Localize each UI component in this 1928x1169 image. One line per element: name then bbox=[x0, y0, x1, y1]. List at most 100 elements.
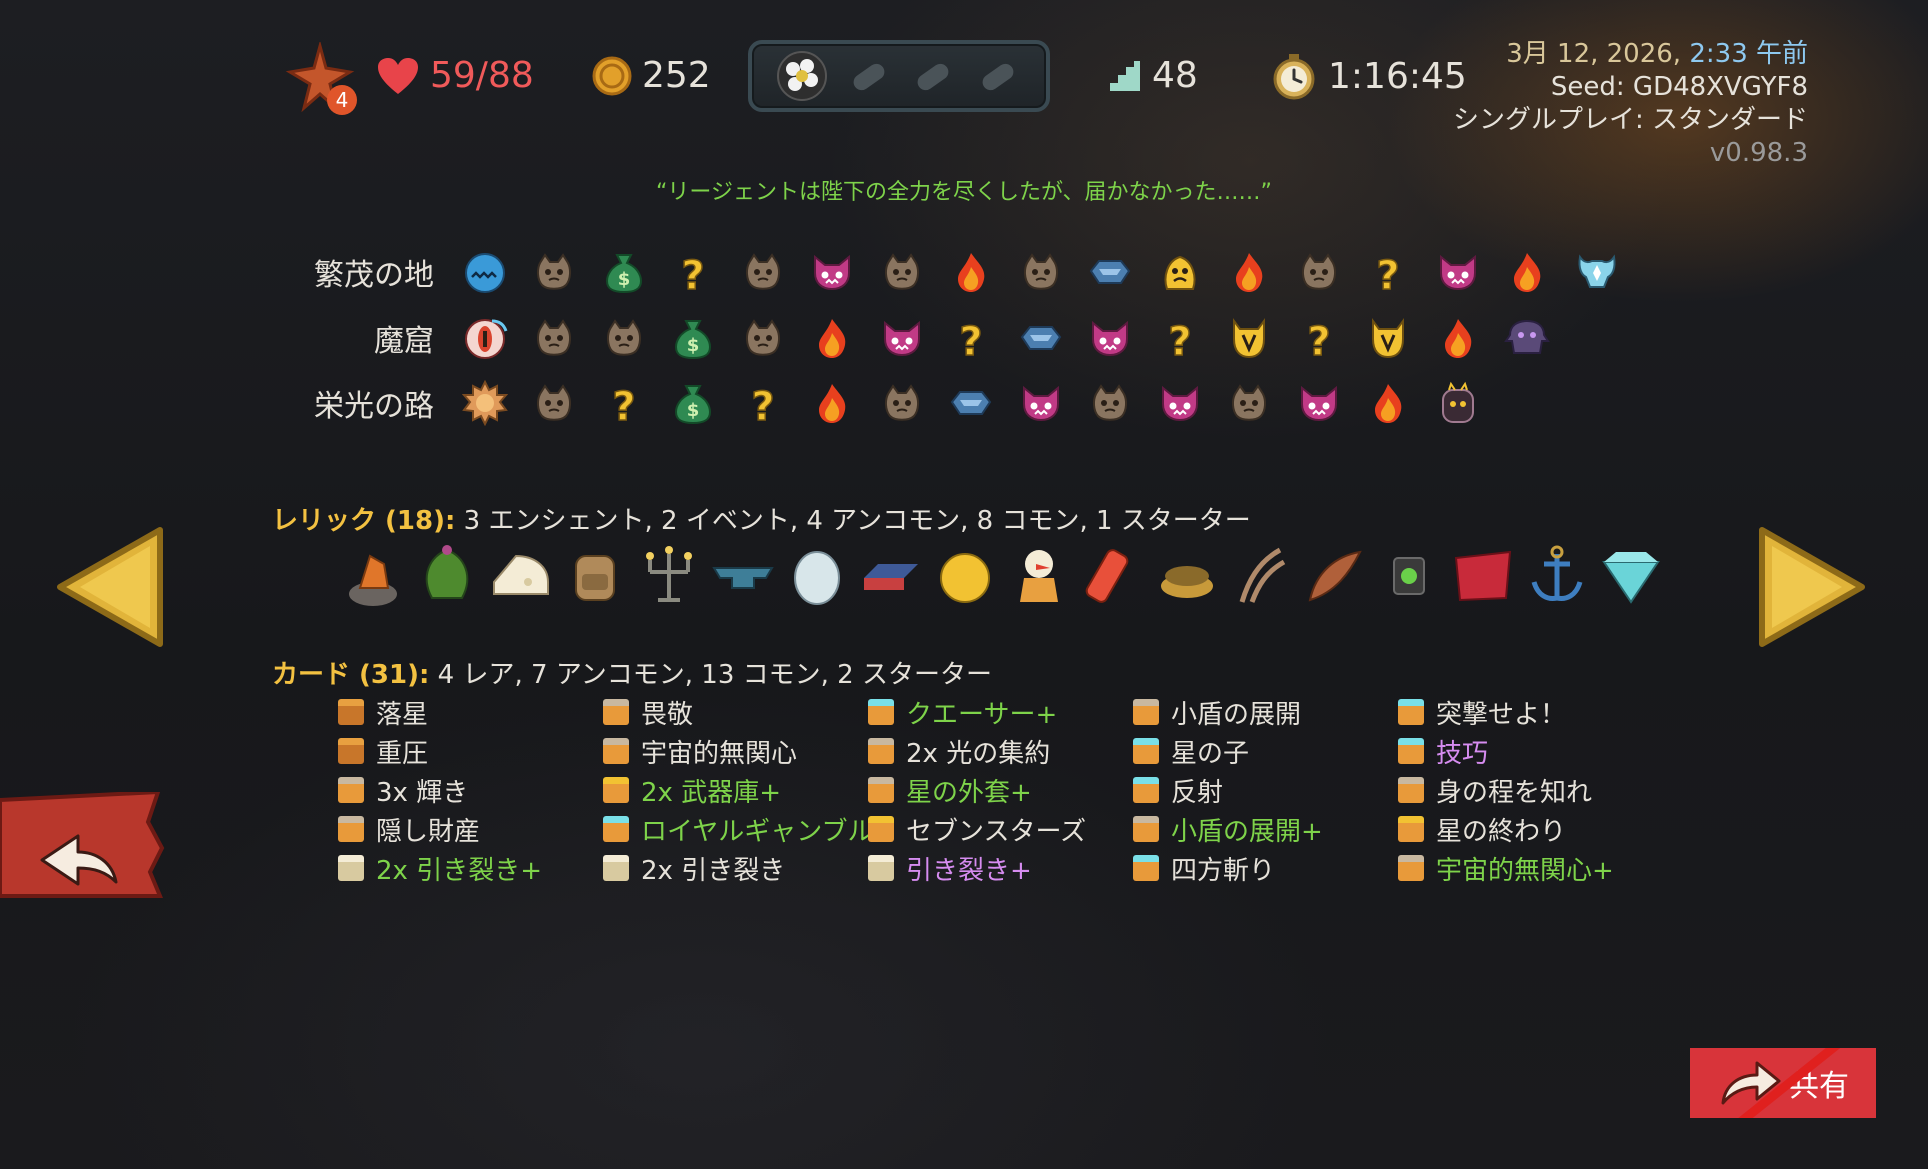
crystal-rock-icon[interactable] bbox=[340, 540, 406, 610]
card-entry[interactable]: 畏敬 bbox=[601, 694, 866, 730]
map-node-boss-blue-slime-icon[interactable] bbox=[450, 244, 520, 300]
card-entry[interactable]: 隠し財産 bbox=[336, 811, 601, 847]
map-node-monster-icon[interactable] bbox=[1076, 375, 1146, 431]
map-node-monster-icon[interactable] bbox=[520, 375, 590, 431]
card-entry[interactable]: 落星 bbox=[336, 694, 601, 730]
map-node-ancient-icon[interactable] bbox=[1145, 244, 1215, 300]
ascension-indicator[interactable]: 4 bbox=[280, 42, 360, 118]
map-node-monster-icon[interactable] bbox=[1215, 375, 1285, 431]
gem-icon[interactable] bbox=[1598, 540, 1664, 610]
map-node-monster-icon[interactable] bbox=[728, 244, 798, 300]
map-node-monster-icon[interactable] bbox=[520, 244, 590, 300]
card-entry[interactable]: 技巧 bbox=[1396, 733, 1661, 769]
map-node-monster-icon[interactable] bbox=[728, 310, 798, 366]
map-node-elite-icon[interactable] bbox=[1284, 375, 1354, 431]
map-node-rest-icon[interactable] bbox=[1215, 244, 1285, 300]
card-entry[interactable]: 突撃せよ！ bbox=[1396, 694, 1661, 730]
map-node-boss-sun-icon[interactable] bbox=[450, 375, 520, 431]
map-node-monster-icon[interactable] bbox=[867, 375, 937, 431]
card-entry[interactable]: 反射 bbox=[1131, 772, 1396, 808]
map-node-unknown-icon[interactable]: ? bbox=[937, 310, 1007, 366]
card-entry[interactable]: 2x 引き裂き+ bbox=[336, 850, 601, 886]
anvil-icon[interactable] bbox=[710, 540, 776, 610]
potion-slot-2[interactable] bbox=[839, 48, 895, 104]
candelabra-icon[interactable] bbox=[636, 540, 702, 610]
card-entry[interactable]: 引き裂き+ bbox=[866, 850, 1131, 886]
card-entry[interactable]: 3x 輝き bbox=[336, 772, 601, 808]
map-node-elite-icon[interactable] bbox=[798, 244, 868, 300]
map-node-rest-icon[interactable] bbox=[1354, 375, 1424, 431]
horn-icon[interactable] bbox=[1302, 540, 1368, 610]
map-node-unknown-icon[interactable]: ? bbox=[659, 244, 729, 300]
backpack-icon[interactable] bbox=[562, 540, 628, 610]
card-entry[interactable]: 星の終わり bbox=[1396, 811, 1661, 847]
card-entry[interactable]: 小盾の展開 bbox=[1131, 694, 1396, 730]
map-node-rest-icon[interactable] bbox=[1493, 244, 1563, 300]
card-entry[interactable]: 宇宙的無関心 bbox=[601, 733, 866, 769]
map-node-monster-icon[interactable] bbox=[589, 310, 659, 366]
map-node-unknown-icon[interactable]: ? bbox=[728, 375, 798, 431]
card-entry[interactable]: 2x 引き裂き bbox=[601, 850, 866, 886]
map-node-boss-dark-icon[interactable] bbox=[1423, 375, 1493, 431]
potion-slot-4[interactable] bbox=[968, 48, 1024, 104]
card-entry[interactable]: 小盾の展開+ bbox=[1131, 811, 1396, 847]
crown-icon[interactable] bbox=[1154, 540, 1220, 610]
map-node-chest-icon[interactable] bbox=[1076, 244, 1146, 300]
map-node-rest-icon[interactable] bbox=[937, 244, 1007, 300]
map-node-rest-icon[interactable] bbox=[1423, 310, 1493, 366]
card-entry[interactable]: クエーサー+ bbox=[866, 694, 1131, 730]
map-node-treasure-bag-icon[interactable]: $ bbox=[589, 244, 659, 300]
map-node-chest-icon[interactable] bbox=[937, 375, 1007, 431]
share-button[interactable]: 共有 bbox=[1690, 1048, 1876, 1118]
card-entry[interactable]: 身の程を知れ bbox=[1396, 772, 1661, 808]
potion-slot-3[interactable] bbox=[903, 48, 959, 104]
card-entry[interactable]: 2x 武器庫+ bbox=[601, 772, 866, 808]
map-node-elite-icon[interactable] bbox=[1145, 375, 1215, 431]
map-node-monster-icon[interactable] bbox=[867, 244, 937, 300]
card-entry[interactable]: 四方斬り bbox=[1131, 850, 1396, 886]
mascot-icon[interactable] bbox=[1006, 540, 1072, 610]
claw-icon[interactable] bbox=[1228, 540, 1294, 610]
mattress-icon[interactable] bbox=[858, 540, 924, 610]
map-node-rest-icon[interactable] bbox=[798, 375, 868, 431]
cheese-icon[interactable] bbox=[488, 540, 554, 610]
card-entry[interactable]: 重圧 bbox=[336, 733, 601, 769]
anchor-icon[interactable] bbox=[1524, 540, 1590, 610]
map-node-elite-icon[interactable] bbox=[867, 310, 937, 366]
map-node-elite-icon[interactable] bbox=[1006, 375, 1076, 431]
map-node-rest-icon[interactable] bbox=[798, 310, 868, 366]
map-node-elite-icon[interactable] bbox=[1076, 310, 1146, 366]
map-node-unknown-icon[interactable]: ? bbox=[1354, 244, 1424, 300]
map-node-monster-icon[interactable] bbox=[520, 310, 590, 366]
map-node-unknown-icon[interactable]: ? bbox=[589, 375, 659, 431]
card-entry[interactable]: 星の外套+ bbox=[866, 772, 1131, 808]
card-entry[interactable]: ロイヤルギャンブル+ bbox=[601, 811, 895, 847]
map-node-chest-icon[interactable] bbox=[1006, 310, 1076, 366]
lantern-icon[interactable] bbox=[1376, 540, 1442, 610]
map-node-boss-white-icon[interactable] bbox=[1562, 244, 1632, 300]
map-node-treasure-bag-icon[interactable]: $ bbox=[659, 375, 729, 431]
map-node-event-devil-icon[interactable] bbox=[1215, 310, 1285, 366]
back-button[interactable] bbox=[0, 792, 170, 902]
previous-run-arrow-icon[interactable] bbox=[52, 522, 172, 652]
card-entry[interactable]: 宇宙的無関心+ bbox=[1396, 850, 1661, 886]
next-run-arrow-icon[interactable] bbox=[1750, 522, 1870, 652]
card-entry[interactable]: 2x 光の集約 bbox=[866, 733, 1131, 769]
card-entry[interactable]: 星の子 bbox=[1131, 733, 1396, 769]
card-entry[interactable]: セブンスターズ bbox=[866, 811, 1131, 847]
egg-icon[interactable] bbox=[784, 540, 850, 610]
map-node-unknown-icon[interactable]: ? bbox=[1284, 310, 1354, 366]
map-node-boss-purple-icon[interactable] bbox=[1493, 310, 1563, 366]
map-node-monster-icon[interactable] bbox=[1284, 244, 1354, 300]
pillow-icon[interactable] bbox=[1450, 540, 1516, 610]
map-node-unknown-icon[interactable]: ? bbox=[1145, 310, 1215, 366]
map-node-treasure-bag-icon[interactable]: $ bbox=[659, 310, 729, 366]
map-node-boss-eye-icon[interactable] bbox=[450, 310, 520, 366]
potion-slot-1[interactable] bbox=[774, 48, 830, 104]
leaf-bundle-icon[interactable] bbox=[414, 540, 480, 610]
map-node-monster-icon[interactable] bbox=[1006, 244, 1076, 300]
map-node-event-devil-icon[interactable] bbox=[1354, 310, 1424, 366]
map-node-elite-icon[interactable] bbox=[1423, 244, 1493, 300]
scroll-icon[interactable] bbox=[1080, 540, 1146, 610]
gold-ball-icon[interactable] bbox=[932, 540, 998, 610]
